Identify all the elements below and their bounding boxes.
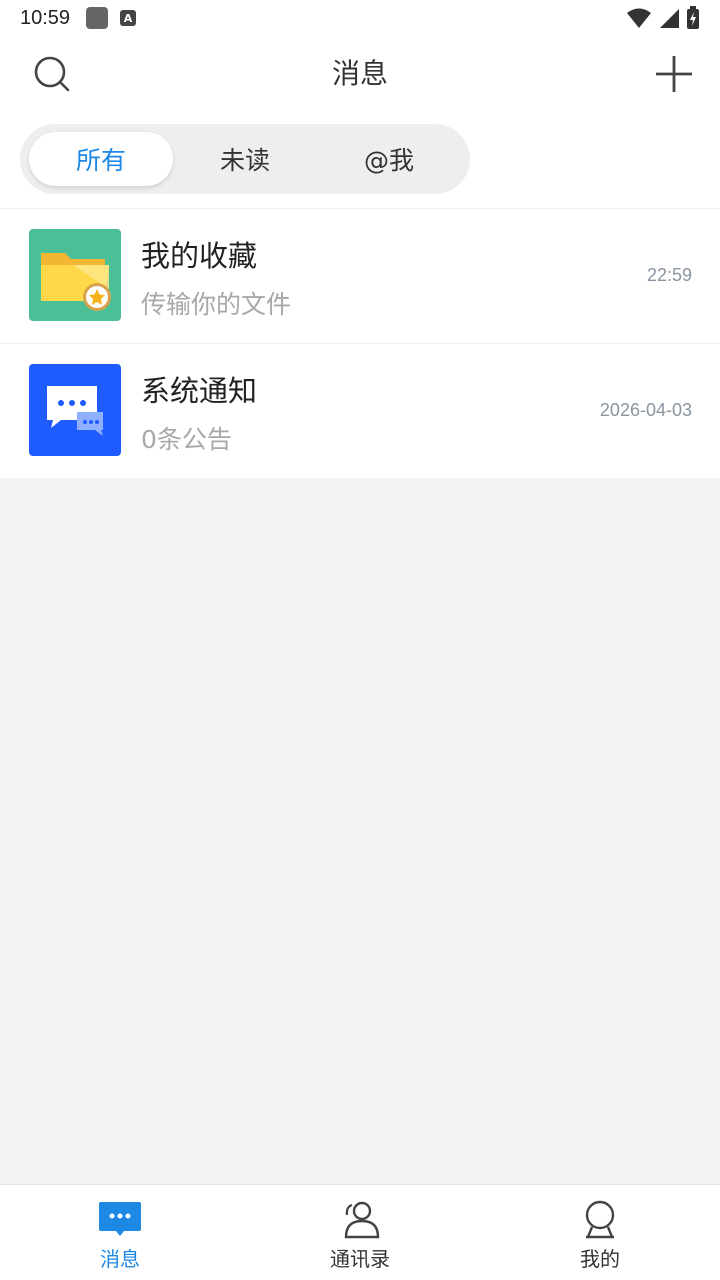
conversation-time: 22:59	[646, 265, 692, 285]
battery-icon	[687, 6, 699, 29]
conversation-preview: 传输你的文件	[141, 290, 292, 319]
status-indicators	[626, 6, 700, 30]
tab-mentions[interactable]: @我	[317, 132, 461, 186]
filter-tabs: 所有 未读 @我	[20, 124, 470, 194]
search-button[interactable]	[30, 52, 74, 96]
nav-label: 消息	[100, 1247, 140, 1271]
chat-bubbles-icon	[29, 364, 121, 456]
folder-star-icon	[29, 229, 121, 321]
conversation-list: 我的收藏 传输你的文件 22:59 系统通知 0条公告 2026-04-03	[0, 208, 720, 478]
nav-label: 我的	[580, 1247, 620, 1271]
signal-icon	[660, 9, 679, 28]
conversation-time: 2026-04-03	[599, 400, 692, 420]
nav-profile[interactable]: 我的	[480, 1185, 720, 1280]
top-bar: 消息	[0, 36, 720, 108]
nav-label: 通讯录	[330, 1247, 390, 1271]
tab-all[interactable]: 所有	[29, 132, 173, 186]
filter-tabs-area: 所有 未读 @我	[0, 108, 720, 208]
plus-icon	[656, 56, 692, 92]
contacts-icon	[344, 1201, 380, 1239]
search-icon	[34, 56, 70, 92]
nav-contacts[interactable]: 通讯录	[240, 1185, 480, 1280]
profile-icon	[585, 1200, 615, 1239]
conversation-preview: 0条公告	[141, 425, 232, 454]
list-item[interactable]: 我的收藏 传输你的文件 22:59	[0, 208, 720, 343]
message-icon	[99, 1202, 141, 1236]
conversation-title: 系统通知	[141, 374, 258, 408]
page-title: 消息	[331, 57, 388, 90]
tab-unread[interactable]: 未读	[173, 132, 317, 186]
notification-icon	[86, 7, 109, 29]
keyboard-icon: A	[120, 10, 137, 26]
list-item[interactable]: 系统通知 0条公告 2026-04-03	[0, 343, 720, 478]
add-button[interactable]	[652, 52, 696, 96]
bottom-nav: 消息 通讯录 我的	[0, 1184, 720, 1280]
conversation-title: 我的收藏	[141, 239, 258, 273]
nav-messages[interactable]: 消息	[0, 1185, 240, 1280]
status-bar: 10:59 A	[0, 0, 720, 36]
status-time: 10:59	[20, 6, 71, 29]
wifi-icon	[627, 8, 651, 28]
